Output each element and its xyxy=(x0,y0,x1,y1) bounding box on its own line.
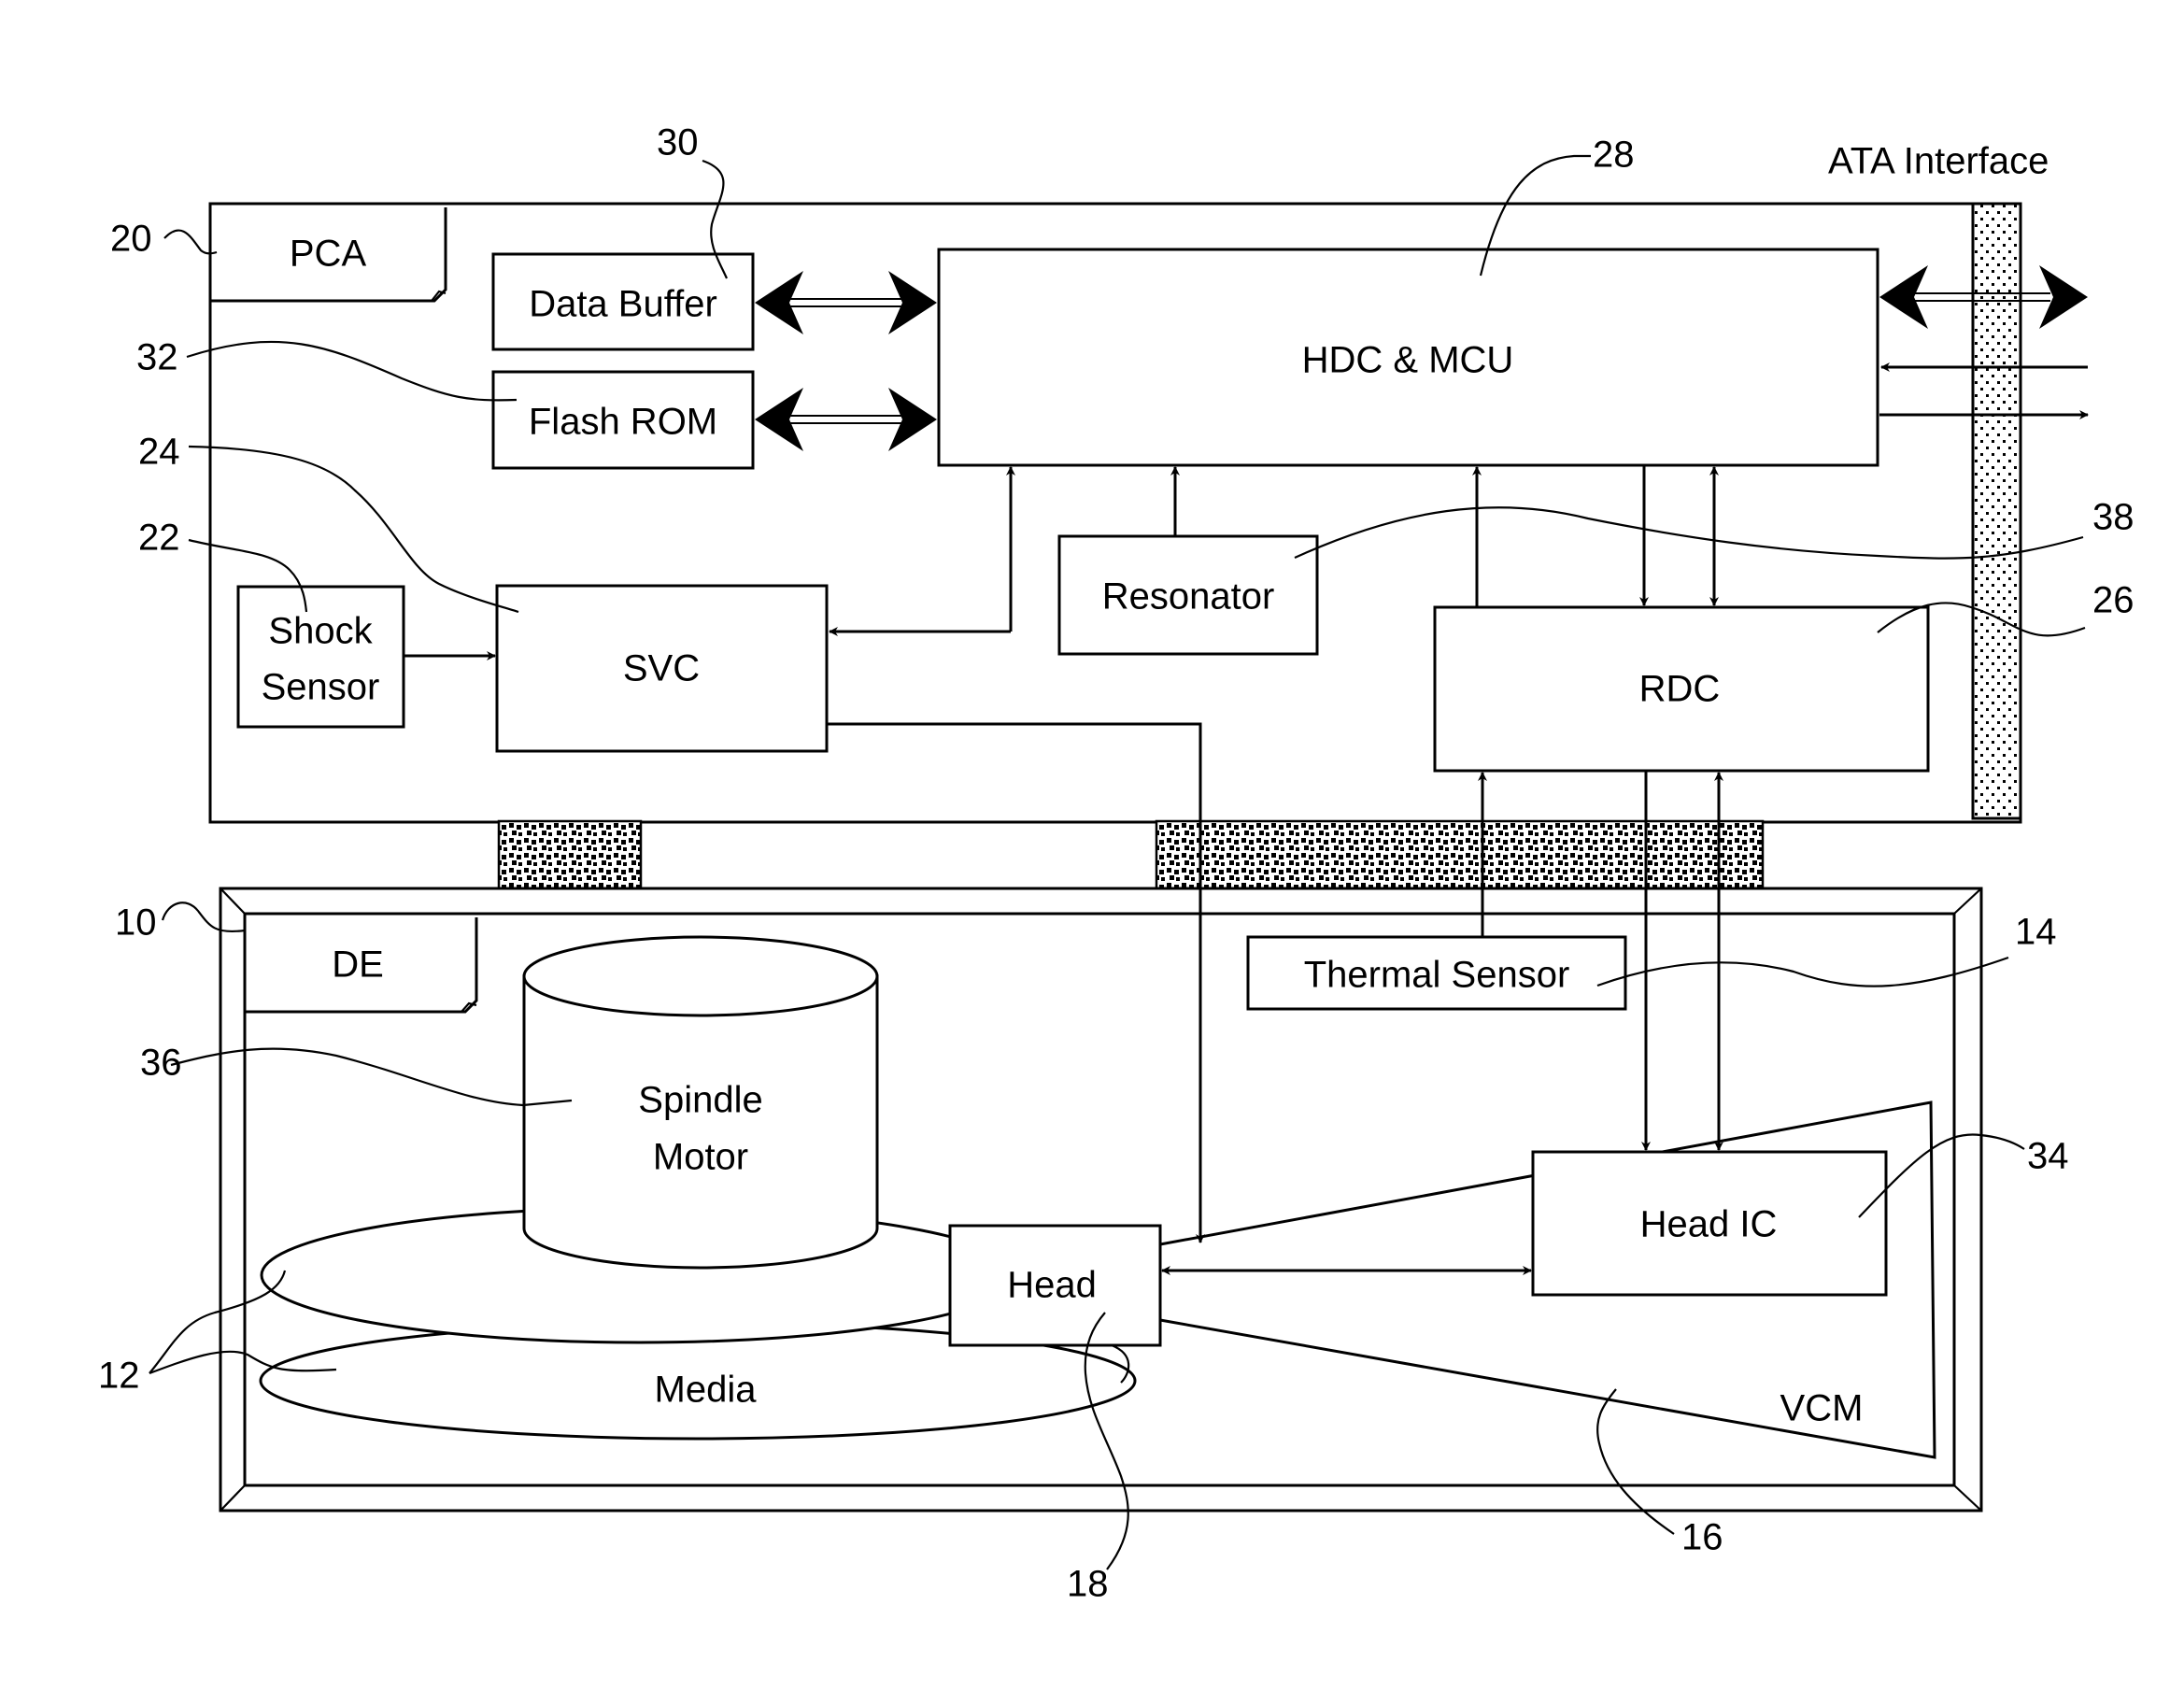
ref-22: 22 xyxy=(138,518,180,559)
pca-label: PCA xyxy=(290,234,367,275)
spindle-motor-label-2: Motor xyxy=(653,1137,748,1178)
ref-24: 24 xyxy=(138,432,180,473)
flash-rom-block: Flash ROM xyxy=(491,370,755,470)
data-buffer-block: Data Buffer xyxy=(491,252,755,351)
rdc-label: RDC xyxy=(1639,669,1721,710)
head-ic-block: Head IC xyxy=(1531,1150,1888,1297)
ref-30: 30 xyxy=(657,122,699,163)
ref-16: 16 xyxy=(1681,1517,1723,1558)
ref-20: 20 xyxy=(110,219,152,260)
ref-14: 14 xyxy=(2015,912,2057,953)
ref-18: 18 xyxy=(1067,1564,1109,1605)
ref-34: 34 xyxy=(2027,1136,2069,1177)
hdc-mcu-label: HDC & MCU xyxy=(1302,340,1514,381)
svc-label: SVC xyxy=(623,648,700,689)
resonator-block: Resonator xyxy=(1057,534,1319,656)
shock-sensor-label-2: Sensor xyxy=(262,667,380,708)
connector-right xyxy=(1155,819,1765,890)
hdd-block-diagram: PCA ATA Interface Data Buffer Flash ROM … xyxy=(98,122,2134,1605)
ata-interface-label: ATA Interface xyxy=(1828,141,2049,182)
data-buffer-label: Data Buffer xyxy=(529,284,717,325)
thermal-sensor-block: Thermal Sensor xyxy=(1246,935,1627,1011)
rdc-block: RDC xyxy=(1433,605,1930,773)
de-label: DE xyxy=(332,944,384,986)
head-block: Head xyxy=(948,1224,1162,1347)
ref-28: 28 xyxy=(1593,135,1635,176)
vcm-label: VCM xyxy=(1780,1388,1864,1429)
hdc-mcu-block: HDC & MCU xyxy=(937,248,1879,467)
shock-sensor-block: Shock Sensor xyxy=(236,585,405,729)
thermal-sensor-label: Thermal Sensor xyxy=(1304,955,1570,996)
media-label: Media xyxy=(655,1370,758,1411)
head-ic-label: Head IC xyxy=(1640,1204,1778,1245)
ref-10: 10 xyxy=(115,902,157,944)
ref-12: 12 xyxy=(98,1356,140,1397)
spindle-motor-label-1: Spindle xyxy=(638,1080,762,1121)
shock-sensor-label-1: Shock xyxy=(268,611,373,652)
ata-interface-bar xyxy=(1971,202,2022,820)
ref-36: 36 xyxy=(140,1043,182,1084)
connector-left xyxy=(497,819,643,890)
spindle-motor: Spindle Motor xyxy=(522,935,879,1270)
flash-rom-label: Flash ROM xyxy=(529,402,717,443)
ref-32: 32 xyxy=(136,337,178,378)
resonator-label: Resonator xyxy=(1102,576,1275,618)
head-label: Head xyxy=(1007,1265,1097,1306)
ref-26: 26 xyxy=(2092,580,2134,621)
ref-38: 38 xyxy=(2092,497,2134,538)
svc-block: SVC xyxy=(495,584,829,753)
